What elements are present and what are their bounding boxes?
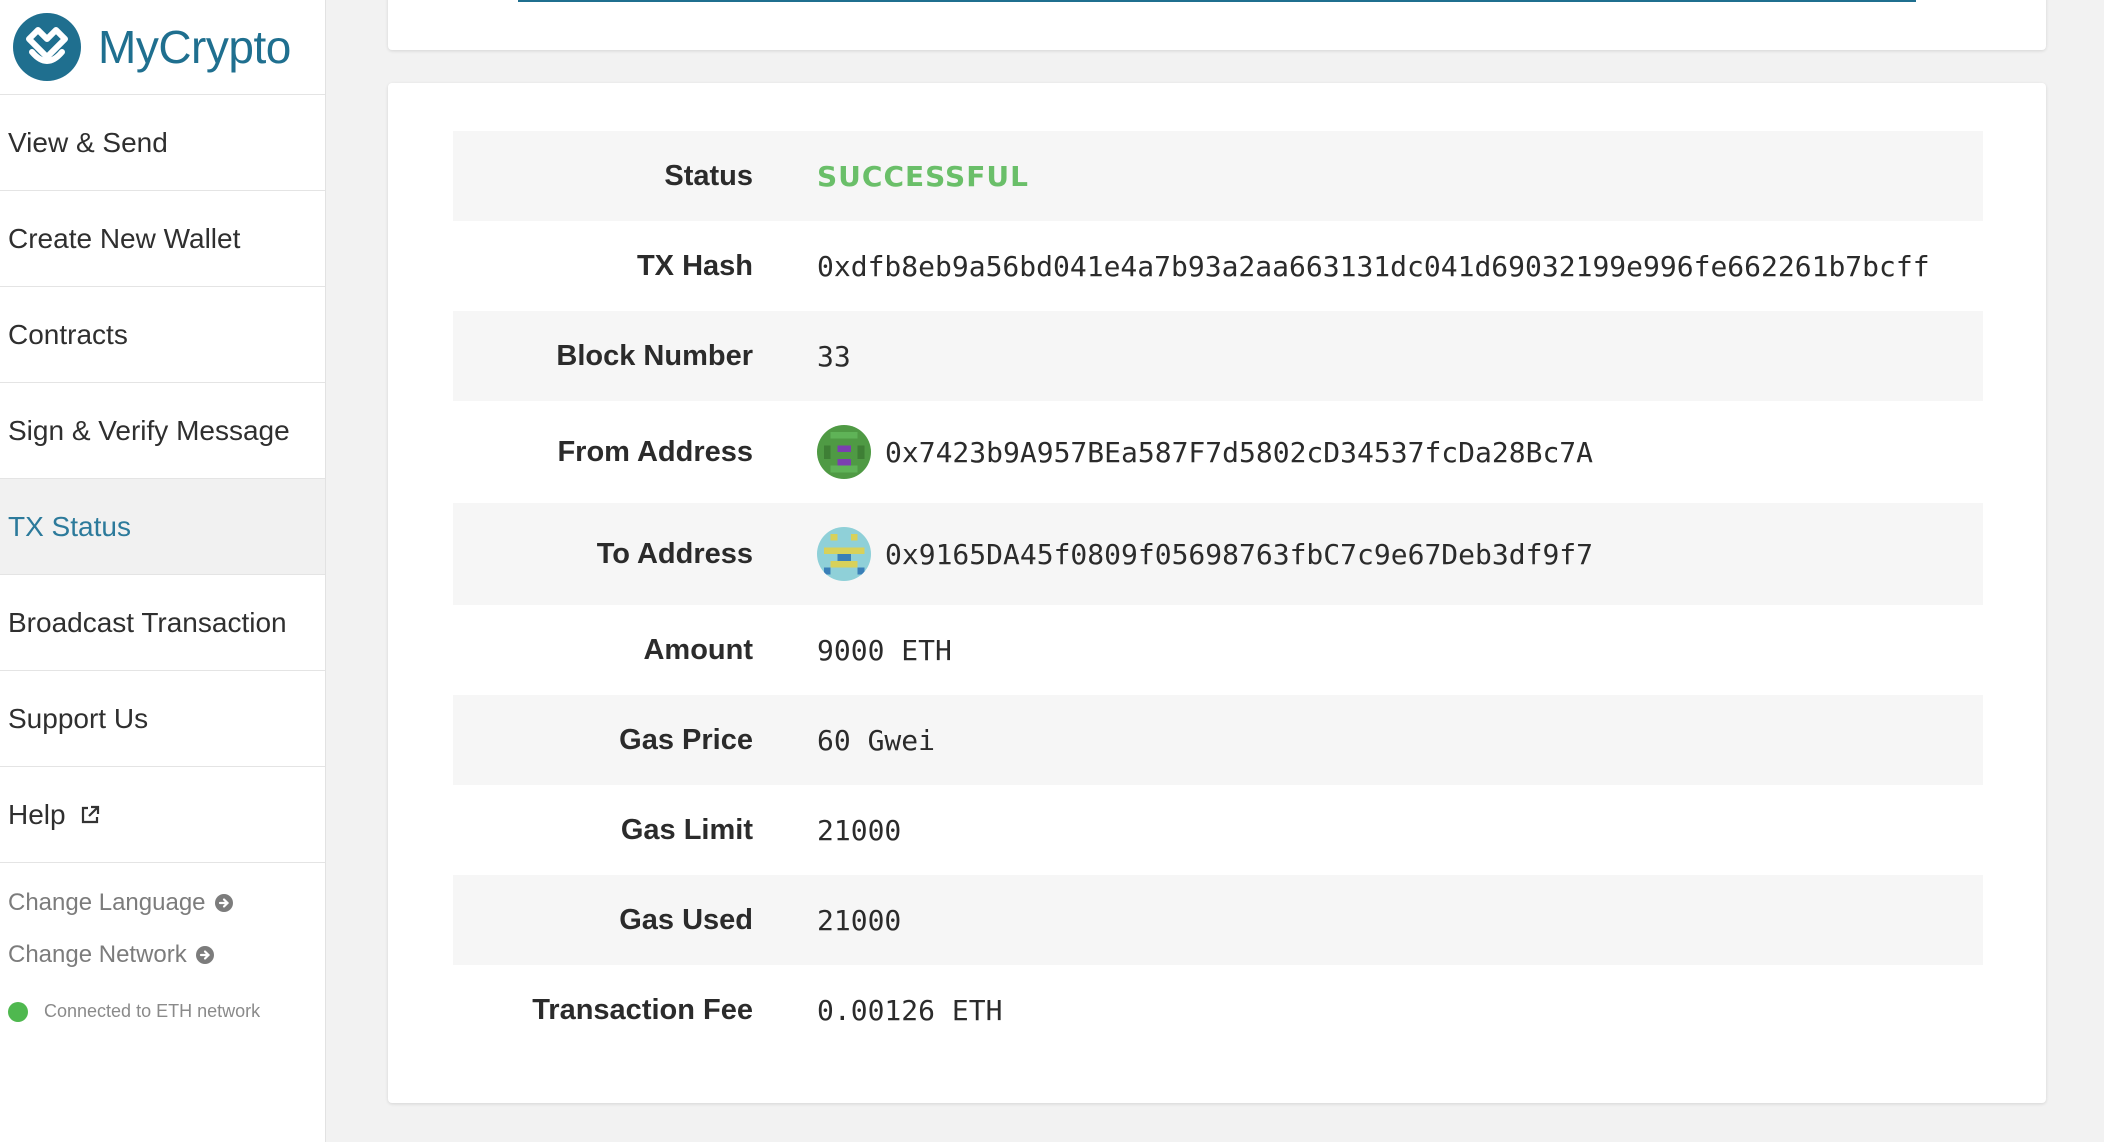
sidebar-item-view-send[interactable]: View & Send [0,95,325,191]
brand-name: MyCrypto [98,21,291,73]
sidebar: MyCrypto View & Send Create New Wallet C… [0,0,326,1142]
tx-lookup-panel [388,0,2046,50]
tx-row-amount: Amount 9000 ETH [453,605,1983,695]
sidebar-item-label: Help [8,798,66,830]
sidebar-item-create-new-wallet[interactable]: Create New Wallet [0,191,325,287]
sidebar-item-label: Create New Wallet [8,222,241,254]
external-link-icon [81,805,99,823]
network-status: Connected to ETH network [0,1001,325,1022]
tx-gas-used-value: 21000 [817,903,902,937]
to-identicon-icon [817,527,871,581]
sidebar-item-label: Support Us [8,702,149,734]
change-network-label: Change Network [8,941,187,968]
tx-label: TX Hash [636,249,753,282]
tx-row-to: To Address 0x9165DA45f0809f05698763fbC7c… [453,503,1983,605]
tx-row-hash: TX Hash 0xdfb8eb9a56bd041e4a7b93a2aa6631… [453,221,1983,311]
tx-label: Gas Limit [620,813,753,846]
tx-label: Transaction Fee [532,993,753,1026]
tx-details-panel: Status SUCCESSFUL TX Hash 0xdfb8eb9a56bd… [388,83,2046,1103]
tx-row-gas-limit: Gas Limit 21000 [453,785,1983,875]
tx-label: To Address [596,537,753,570]
tx-label: From Address [557,435,753,468]
sidebar-item-label: Sign & Verify Message [8,414,290,446]
sidebar-item-contracts[interactable]: Contracts [0,287,325,383]
tx-row-gas-used: Gas Used 21000 [453,875,1983,965]
tx-label: Status [664,159,753,192]
tx-amount-value: 9000 ETH [817,633,952,667]
brand[interactable]: MyCrypto [0,0,325,95]
tx-block-value: 33 [817,339,851,373]
arrow-circle-right-icon [195,946,214,964]
tx-row-gas-price: Gas Price 60 Gwei [453,695,1983,785]
tx-gas-limit-value: 21000 [817,813,902,847]
input-underline [518,0,1916,2]
tx-status-value: SUCCESSFUL [817,159,1029,193]
from-address: 0x7423b9A957BEa587F7d5802cD34537fcDa28Bc… [885,435,1594,469]
tx-hash-value[interactable]: 0xdfb8eb9a56bd041e4a7b93a2aa663131dc041d… [817,250,1930,283]
tx-row-fee: Transaction Fee 0.00126 ETH [453,965,1983,1055]
tx-label: Amount [643,633,753,666]
tx-label: Gas Price [619,723,753,756]
sidebar-item-label: Broadcast Transaction [8,606,287,638]
tx-details-table: Status SUCCESSFUL TX Hash 0xdfb8eb9a56bd… [453,131,1983,1055]
status-dot-icon [8,1001,28,1022]
sidebar-item-broadcast-transaction[interactable]: Broadcast Transaction [0,575,325,671]
sidebar-item-support-us[interactable]: Support Us [0,671,325,767]
from-identicon-icon [817,425,871,479]
tx-label: Gas Used [619,903,753,936]
sidebar-item-help[interactable]: Help [0,767,325,863]
sidebar-item-label: TX Status [8,510,131,542]
tx-to-value[interactable]: 0x9165DA45f0809f05698763fbC7c9e67Deb3df9… [817,527,1593,581]
tx-row-block: Block Number 33 [453,311,1983,401]
arrow-circle-right-icon [214,894,233,912]
to-address: 0x9165DA45f0809f05698763fbC7c9e67Deb3df9… [885,537,1594,571]
network-status-label: Connected to ETH network [44,1001,261,1021]
sidebar-item-label: Contracts [8,318,128,350]
sidebar-item-tx-status[interactable]: TX Status [0,479,325,575]
tx-gas-price-value: 60 Gwei [817,723,936,757]
tx-row-from: From Address 0x7423b9A957BEa587F7d5802cD… [453,401,1983,503]
sidebar-item-sign-verify-message[interactable]: Sign & Verify Message [0,383,325,479]
tx-from-value[interactable]: 0x7423b9A957BEa587F7d5802cD34537fcDa28Bc… [817,425,1593,479]
mycrypto-logo-icon [13,13,81,81]
change-network-link[interactable]: Change Network [0,941,325,969]
change-language-link[interactable]: Change Language [0,889,325,917]
change-language-label: Change Language [8,889,206,916]
tx-row-status: Status SUCCESSFUL [453,131,1983,221]
tx-label: Block Number [556,339,753,372]
tx-fee-value: 0.00126 ETH [817,993,1003,1027]
sidebar-item-label: View & Send [8,126,168,158]
